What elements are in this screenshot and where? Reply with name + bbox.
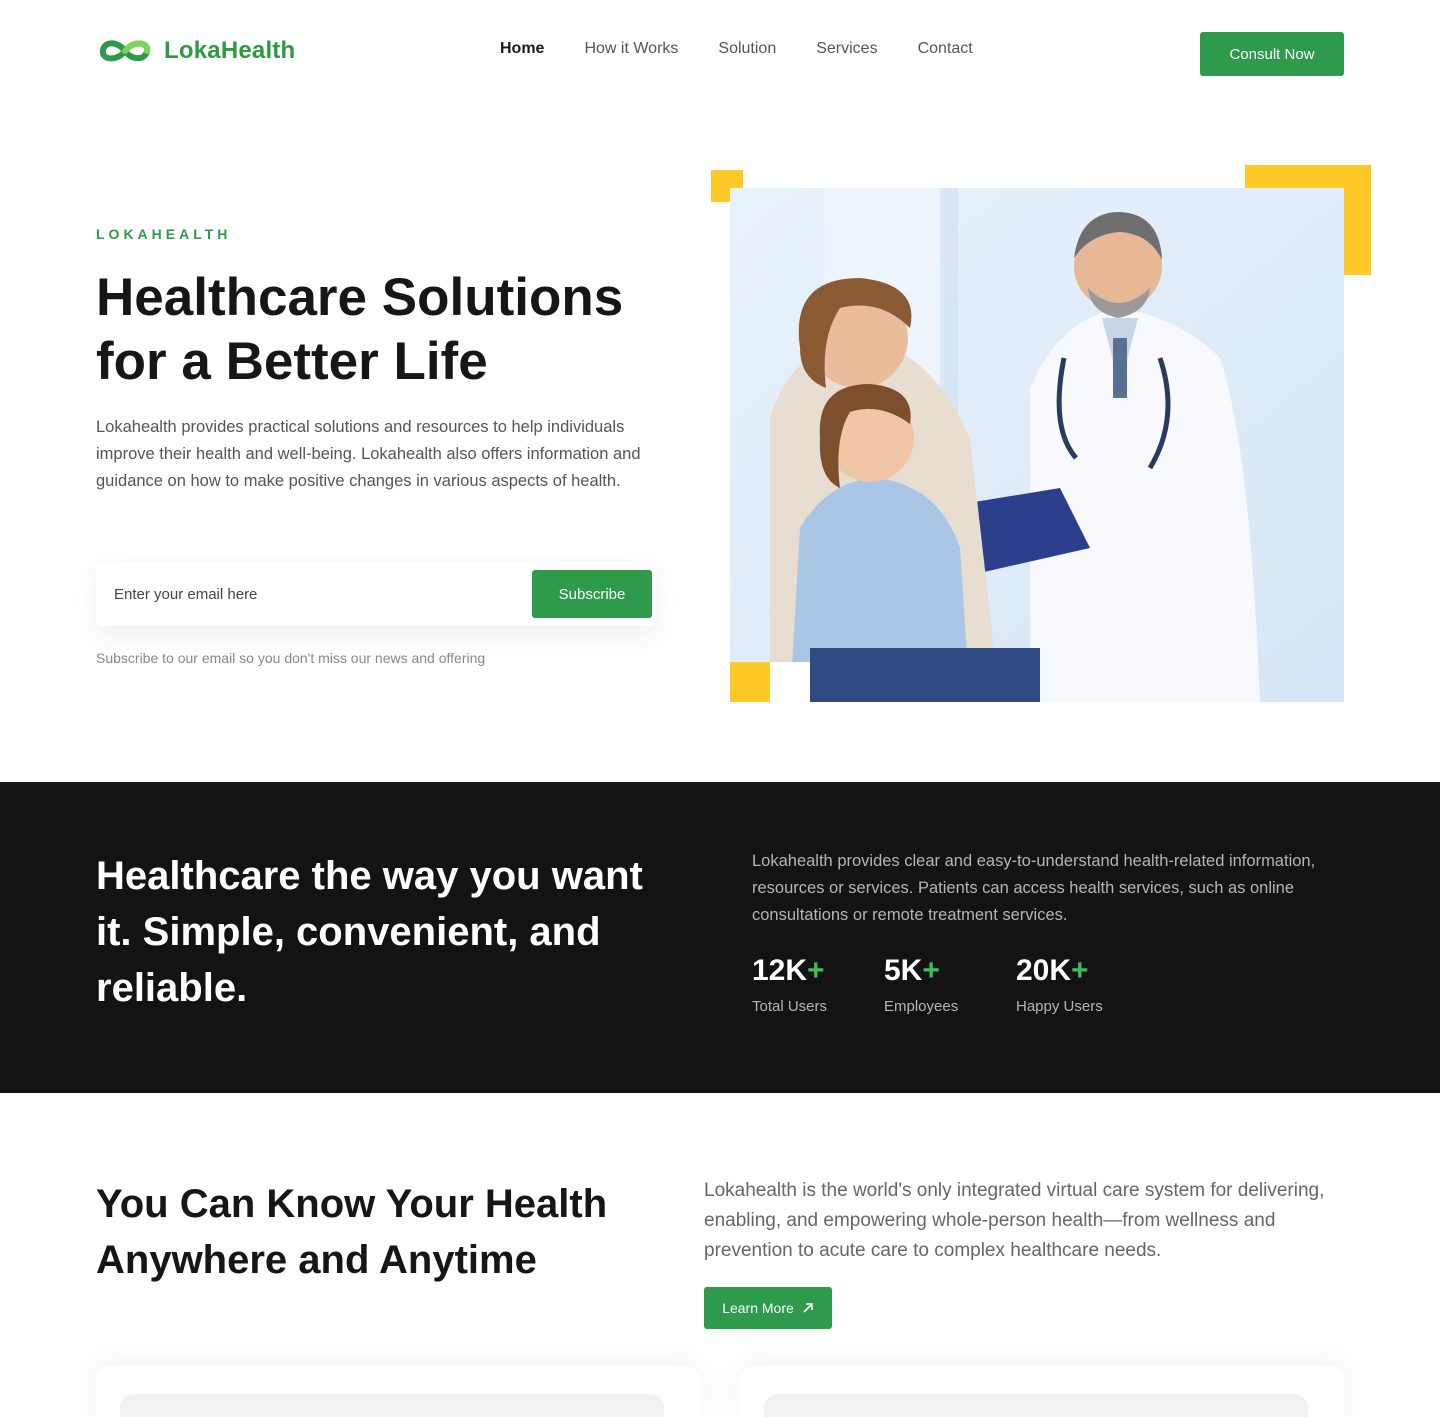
infinity-logo-icon [99,40,151,62]
stat-employees: 5K+ Employees [884,954,968,1015]
know-title-line-2: Anywhere and Anytime [96,1238,537,1282]
nav-link-how-it-works[interactable]: How it Works [584,40,678,58]
arrow-up-right-icon [803,1303,813,1313]
stat-number: 5K [884,954,923,987]
feature-card-1-media [120,1394,664,1417]
feature-card-2-media [764,1394,1308,1417]
hero-title: Healthcare Solutions for a Better Life [96,266,696,394]
brand-name: LokaHealth [164,37,296,64]
band-description: Lokahealth provides clear and easy-to-un… [752,852,1316,924]
hero-eyebrow: LOKAHEALTH [96,226,232,242]
stat-plus: + [1071,954,1089,987]
know-title-line-1: You Can Know Your Health [96,1182,608,1226]
nav-links: Home How it Works Solution Services Cont… [500,40,973,58]
know-description: Lokahealth is the world's only integrate… [704,1180,1325,1261]
hero-title-line-1: Healthcare Solutions [96,268,624,327]
stat-label: Happy Users [1016,998,1103,1015]
subscribe-note: Subscribe to our email so you don't miss… [96,650,486,666]
brand-logo[interactable]: LokaHealth [98,36,295,66]
stat-label: Total Users [752,998,828,1015]
subscribe-form: Subscribe [96,562,656,626]
stat-plus: + [807,954,825,987]
stat-total-users: 12K+ Total Users [752,954,836,1015]
band-title: Healthcare the way you want it. Simple, … [96,854,643,1010]
stat-number: 12K [752,954,808,987]
learn-more-button[interactable]: Learn More [704,1287,832,1329]
stats-row: 12K+ Total Users 5K+ Employees 20K+ Happ… [752,954,1174,1015]
nav-link-contact[interactable]: Contact [918,40,973,58]
nav-link-home[interactable]: Home [500,40,544,58]
nav-link-solution[interactable]: Solution [718,40,776,58]
hero-description: Lokahealth provides practical solutions … [96,418,641,490]
decor-square-bottom-left [730,662,770,702]
doctor-family-photo-icon [730,188,1344,702]
stat-label: Employees [884,998,959,1015]
stat-number: 20K [1016,954,1072,987]
stat-happy-users: 20K+ Happy Users [1016,954,1126,1015]
subscribe-button[interactable]: Subscribe [532,570,652,618]
email-input[interactable] [114,580,514,608]
hero-photo [730,188,1344,702]
consult-now-button[interactable]: Consult Now [1200,32,1344,76]
top-navigation: LokaHealth Home How it Works Solution Se… [0,0,1440,110]
nav-link-services[interactable]: Services [816,40,877,58]
know-title: You Can Know Your Health Anywhere and An… [96,1176,656,1288]
learn-more-label: Learn More [722,1300,794,1316]
stat-plus: + [922,954,940,987]
hero-title-line-2: for a Better Life [96,332,488,391]
